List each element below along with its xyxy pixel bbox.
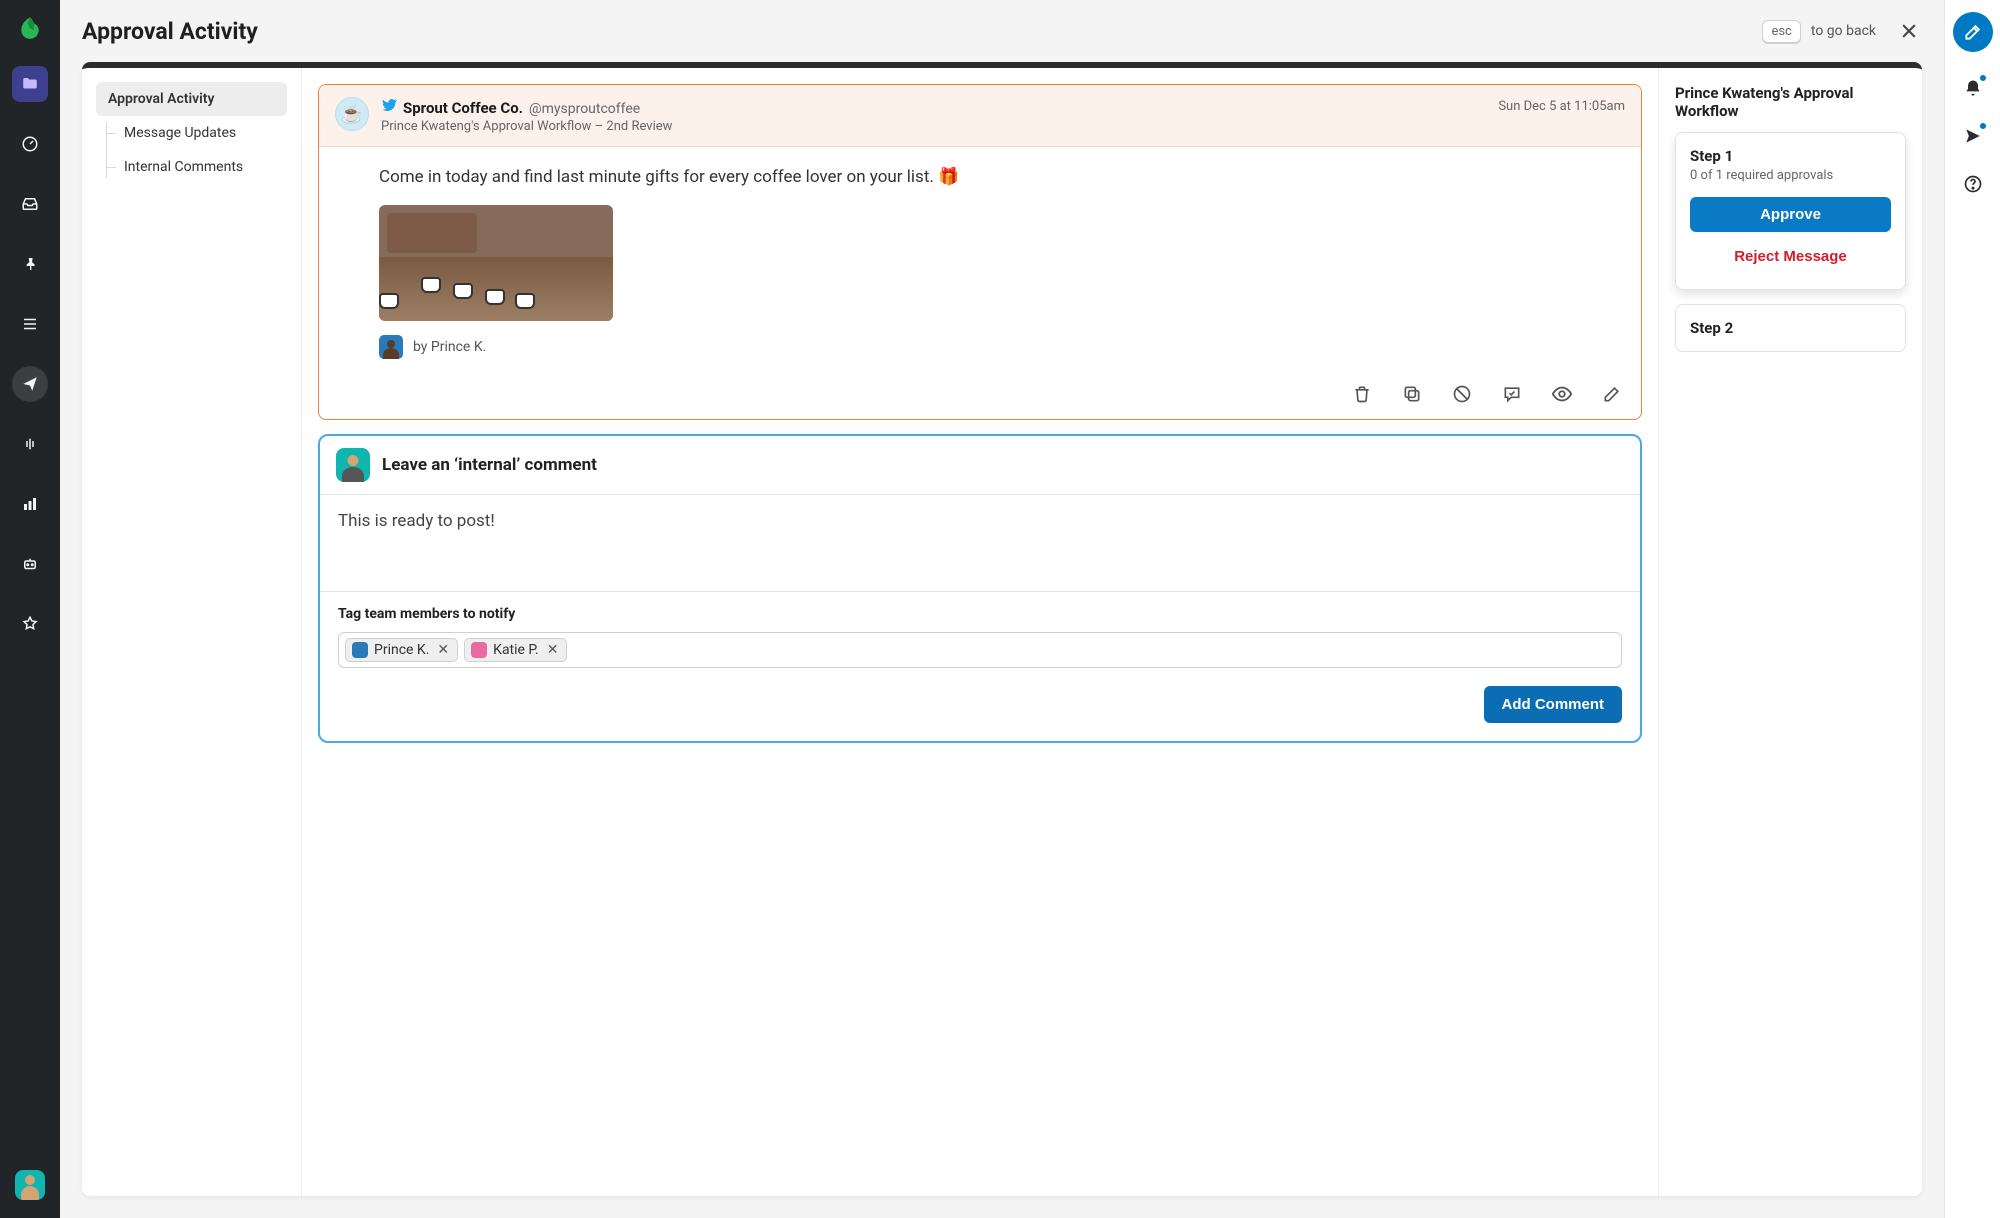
post-card: ☕ Sprout Coffee Co. @mysproutcoffee Prin… [318,84,1642,420]
nav-message-updates[interactable]: Message Updates [112,116,287,150]
delete-button[interactable] [1351,383,1373,405]
account-name: Sprout Coffee Co. [403,99,523,117]
workflow-step-2[interactable]: Step 2 [1675,304,1906,352]
commenter-avatar [336,448,370,482]
post-text: Come in today and find last minute gifts… [379,165,1623,191]
remove-tag-button[interactable]: ✕ [545,642,561,658]
notification-badge [1979,74,1987,82]
esc-key-hint: esc [1762,20,1800,43]
tag-chip: Prince K. ✕ [345,638,458,662]
tag-input[interactable]: Prince K. ✕ Katie P. ✕ [338,632,1622,668]
nav-pin[interactable] [12,246,48,282]
tasks-button[interactable] [1961,124,1985,148]
remove-tag-button[interactable]: ✕ [435,642,451,658]
go-back-hint: to go back [1811,23,1876,39]
workflow-title: Prince Kwateng's Approval Workflow [1675,84,1906,120]
post-image[interactable] [379,205,613,321]
nav-feeds[interactable] [12,306,48,342]
block-button[interactable] [1451,383,1473,405]
add-comment-button[interactable]: Add Comment [1484,686,1623,723]
comment-title: Leave an ‘internal’ comment [382,455,597,475]
copy-button[interactable] [1401,383,1423,405]
twitter-icon [381,97,397,113]
compose-button[interactable] [1953,12,1993,52]
comment-card: Leave an ‘internal’ comment This is read… [318,434,1642,743]
nav-folder[interactable] [12,66,48,102]
user-avatar[interactable] [15,1170,45,1200]
preview-button[interactable] [1551,383,1573,405]
page-title: Approval Activity [82,18,258,45]
step-label: Step 2 [1690,319,1891,337]
account-handle: @mysproutcoffee [529,101,640,117]
nav-reports[interactable] [12,486,48,522]
task-badge [1979,122,1987,130]
author-avatar [379,335,403,359]
nav-approval-activity[interactable]: Approval Activity [96,82,287,116]
nav-publish[interactable] [12,366,48,402]
help-button[interactable] [1961,172,1985,196]
edit-button[interactable] [1601,383,1623,405]
account-avatar: ☕ [335,97,369,131]
workflow-breadcrumb: Prince Kwateng's Approval Workflow – 2nd… [381,119,1625,134]
reject-button[interactable]: Reject Message [1690,238,1891,275]
comment-input[interactable]: This is ready to post! [320,495,1640,591]
workflow-step-1: Step 1 0 of 1 required approvals Approve… [1675,132,1906,290]
nav-internal-comments[interactable]: Internal Comments [112,150,287,184]
step-label: Step 1 [1690,147,1891,165]
app-logo [16,14,44,42]
step-sublabel: 0 of 1 required approvals [1690,168,1891,183]
post-byline: by Prince K. [413,339,486,355]
nav-bot[interactable] [12,546,48,582]
notifications-button[interactable] [1961,76,1985,100]
approve-button[interactable]: Approve [1690,197,1891,232]
chip-avatar [352,642,368,658]
chip-avatar [471,642,487,658]
post-timestamp: Sun Dec 5 at 11:05am [1498,99,1625,114]
tag-label: Tag team members to notify [338,606,1622,622]
nav-reviews[interactable] [12,606,48,642]
close-button[interactable] [1896,18,1922,44]
tag-chip: Katie P. ✕ [464,638,567,662]
comment-button[interactable] [1501,383,1523,405]
nav-listening[interactable] [12,426,48,462]
nav-dashboard[interactable] [12,126,48,162]
nav-inbox[interactable] [12,186,48,222]
